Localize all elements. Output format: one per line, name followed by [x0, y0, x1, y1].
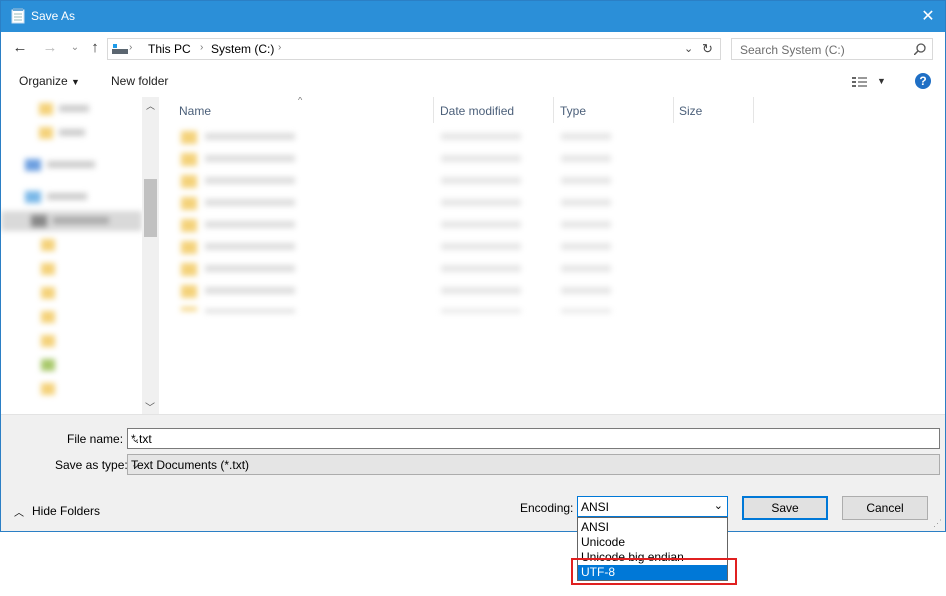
view-dropdown-icon[interactable]: ▼ — [877, 76, 886, 86]
refresh-icon[interactable]: ↻ — [702, 41, 713, 57]
column-date-modified[interactable]: Date modified — [440, 104, 514, 118]
organize-menu[interactable]: Organize ▼ — [19, 74, 80, 88]
address-bar[interactable]: › This PC › System (C:) › ⌄ ↻ — [107, 38, 721, 60]
close-icon[interactable]: ✕ — [911, 1, 945, 32]
resize-grip-icon[interactable]: ⋰ — [933, 518, 942, 529]
file-list[interactable]: ^ Name Date modified Type Size — [161, 97, 945, 414]
save-form: File name: *.txt ⌄ Save as type: Text Do… — [1, 414, 945, 531]
up-arrow-icon[interactable]: ↑ — [86, 39, 104, 57]
hide-folders-chevron-icon[interactable]: ︿ — [14, 504, 24, 519]
path-separator-icon: › — [129, 42, 133, 53]
address-row: ← → ⌄ ↑ › This PC › System (C:) › ⌄ ↻ Se… — [1, 32, 945, 65]
navigation-pane[interactable] — [1, 97, 159, 414]
address-dropdown-chevron-icon[interactable]: ⌄ — [684, 42, 693, 55]
search-placeholder: Search System (C:) — [740, 43, 845, 57]
view-options-icon[interactable] — [852, 76, 868, 88]
scrollbar-thumb[interactable] — [144, 179, 157, 237]
scroll-down-icon[interactable]: ﹀ — [145, 399, 155, 414]
window-title: Save As — [31, 9, 76, 23]
save-as-type-chevron-icon: ⌄ — [131, 459, 141, 471]
breadcrumb-this-pc[interactable]: This PC — [148, 42, 191, 56]
title-bar[interactable]: Save As ✕ — [1, 1, 945, 32]
encoding-option-ansi[interactable]: ANSI — [578, 520, 727, 535]
help-icon[interactable]: ? — [915, 73, 931, 89]
save-as-type-select[interactable]: Text Documents (*.txt) ⌄ — [127, 454, 940, 475]
search-icon — [914, 43, 926, 55]
column-size[interactable]: Size — [679, 104, 702, 118]
file-name-label: File name: — [67, 432, 124, 446]
scroll-up-icon[interactable]: ︿ — [146, 99, 155, 112]
command-bar: Organize ▼ New folder ▼ ? — [1, 65, 945, 97]
drive-icon — [112, 44, 128, 54]
encoding-label: Encoding: — [520, 501, 574, 515]
file-name-input[interactable]: *.txt ⌄ — [127, 428, 940, 449]
file-name-dropdown-icon[interactable]: ⌄ — [131, 432, 935, 445]
annotation-highlight-box — [571, 558, 737, 585]
sort-ascending-icon: ^ — [298, 97, 303, 105]
new-folder-button[interactable]: New folder — [111, 74, 168, 88]
notepad-icon — [11, 8, 25, 24]
forward-arrow-icon[interactable]: → — [41, 39, 59, 57]
path-separator-icon: › — [200, 42, 204, 53]
encoding-chevron-icon: ⌄ — [713, 500, 723, 512]
recent-locations-chevron-icon[interactable]: ⌄ — [66, 39, 84, 57]
back-arrow-icon[interactable]: ← — [11, 39, 29, 57]
save-button[interactable]: Save — [742, 496, 828, 520]
breadcrumb-system-c[interactable]: System (C:) — [211, 42, 274, 56]
hide-folders-button[interactable]: Hide Folders — [32, 504, 100, 518]
column-type[interactable]: Type — [560, 104, 586, 118]
encoding-value: ANSI — [581, 500, 610, 514]
column-name[interactable]: Name — [179, 104, 211, 118]
path-separator-icon: › — [278, 42, 282, 53]
navigation-scrollbar[interactable]: ︿ ﹀ — [142, 97, 159, 414]
encoding-option-unicode[interactable]: Unicode — [578, 535, 727, 550]
encoding-select[interactable]: ANSI ⌄ — [577, 496, 728, 517]
cancel-button[interactable]: Cancel — [842, 496, 928, 520]
save-as-type-label: Save as type: — [55, 458, 128, 472]
search-input[interactable]: Search System (C:) — [731, 38, 933, 60]
save-as-dialog: Save As ✕ ← → ⌄ ↑ › This PC › System (C:… — [0, 0, 946, 532]
